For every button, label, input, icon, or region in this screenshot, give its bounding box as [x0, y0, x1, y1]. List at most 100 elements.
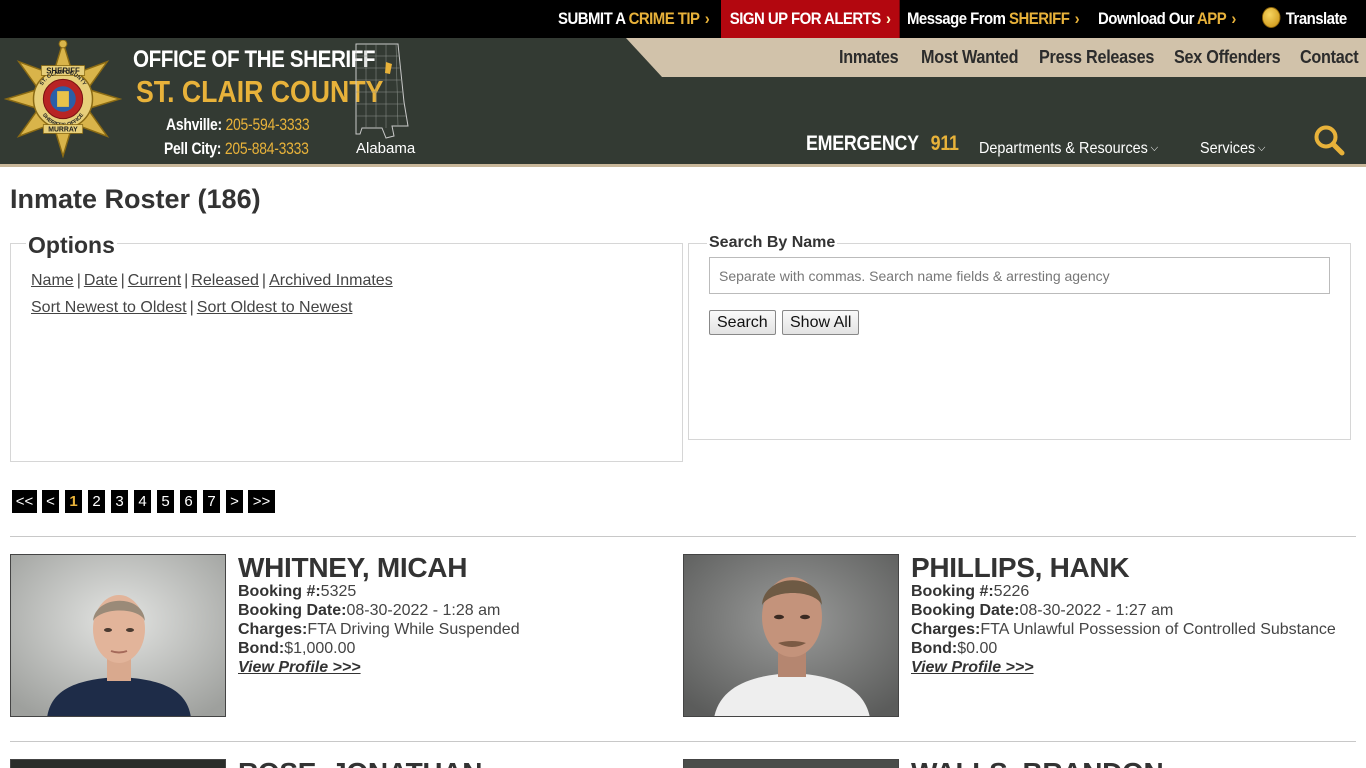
divider — [10, 536, 1356, 537]
inmate-booking-number: Booking #:5325 — [238, 583, 356, 601]
separator: | — [120, 272, 125, 289]
sort-oldest-link[interactable]: Sort Oldest to Newest — [197, 299, 353, 316]
filter-date-link[interactable]: Date — [84, 272, 118, 289]
bond-label: Bond: — [238, 640, 285, 657]
separator: | — [76, 272, 81, 289]
search-name-input[interactable] — [709, 257, 1330, 294]
chevron-down-icon: ⌵ — [1257, 142, 1266, 154]
charges-label: Charges: — [911, 621, 981, 638]
chevron-right-icon: › — [886, 9, 891, 28]
page-6-button[interactable]: 6 — [180, 490, 197, 513]
chevron-down-icon: ⌵ — [1150, 142, 1159, 154]
sort-links: Sort Newest to Oldest | Sort Oldest to New… — [31, 299, 352, 317]
charges-value: FTA Unlawful Possession of Controlled Su… — [980, 621, 1336, 638]
nav-press-releases[interactable]: Press Releases — [1039, 38, 1154, 77]
inmate-charges: Charges:FTA Driving While Suspended — [238, 621, 520, 639]
inmate-name: WALLS, BRANDON — [911, 757, 1164, 768]
inmate-photo[interactable] — [683, 759, 899, 768]
inmate-booking-date: Booking Date:08-30-2022 - 1:27 am — [911, 602, 1173, 620]
booking-number-value: 5325 — [320, 583, 357, 600]
alerts-signup-link[interactable]: SIGN UP FOR ALERTS › — [721, 0, 900, 38]
filter-name-link[interactable]: Name — [31, 272, 74, 289]
page-next-button[interactable]: > — [226, 490, 243, 513]
alabama-map-icon — [355, 43, 409, 139]
translate-label: Translate — [1285, 9, 1347, 28]
search-button[interactable]: Search — [709, 310, 776, 335]
crime-tip-label-a: SUBMIT A — [558, 9, 626, 28]
booking-date-value: 08-30-2022 - 1:28 am — [346, 602, 501, 619]
alerts-label: SIGN UP FOR ALERTS — [729, 9, 881, 28]
header-divider — [0, 164, 1366, 167]
sort-newest-link[interactable]: Sort Newest to Oldest — [31, 299, 187, 316]
download-app-link[interactable]: Download Our APP › — [1098, 0, 1236, 38]
filter-released-link[interactable]: Released — [191, 272, 259, 289]
search-icon[interactable] — [1313, 124, 1345, 156]
translate-link[interactable]: Translate — [1262, 0, 1347, 38]
show-all-button[interactable]: Show All — [782, 310, 860, 335]
booking-date-label: Booking Date: — [911, 602, 1020, 619]
emergency-line: EMERGENCY 911 — [806, 132, 959, 156]
ashville-label: Ashville: — [166, 115, 222, 134]
nav-most-wanted[interactable]: Most Wanted — [921, 38, 1018, 77]
page-4-button[interactable]: 4 — [134, 490, 151, 513]
office-title: OFFICE OF THE SHERIFF — [133, 46, 376, 73]
nav-sex-offenders[interactable]: Sex Offenders — [1174, 38, 1281, 77]
view-profile-link[interactable]: View Profile >>> — [238, 659, 361, 677]
services-dropdown[interactable]: Services ⌵ — [1200, 140, 1265, 158]
bond-label: Bond: — [911, 640, 958, 657]
nav-inmates[interactable]: Inmates — [839, 38, 899, 77]
charges-value: FTA Driving While Suspended — [307, 621, 520, 638]
view-profile-link[interactable]: View Profile >>> — [911, 659, 1034, 677]
nav-contact[interactable]: Contact — [1300, 38, 1359, 77]
booking-date-label: Booking Date: — [238, 602, 347, 619]
chevron-right-icon: › — [704, 9, 710, 28]
page-first-button[interactable]: << — [12, 490, 37, 513]
page-prev-button[interactable]: < — [42, 490, 59, 513]
county-title: ST. CLAIR COUNTY — [136, 74, 384, 109]
page-2-button[interactable]: 2 — [88, 490, 105, 513]
separator: | — [189, 299, 194, 316]
app-label-b: APP — [1196, 9, 1227, 28]
inmate-photo[interactable] — [683, 554, 899, 717]
crime-tip-link[interactable]: SUBMIT A CRIME TIP › — [558, 0, 710, 38]
sheriff-message-link[interactable]: Message From SHERIFF › — [907, 0, 1080, 38]
inmate-photo[interactable] — [10, 759, 226, 768]
filter-links: Name | Date | Current | Released | Archived Inma… — [31, 272, 393, 290]
inmate-bond: Bond:$1,000.00 — [238, 640, 355, 658]
inmate-charges: Charges:FTA Unlawful Possession of Contr… — [911, 621, 1336, 639]
inmate-name: WHITNEY, MICAH — [238, 552, 468, 583]
booking-date-value: 08-30-2022 - 1:27 am — [1019, 602, 1174, 619]
filter-archived-link[interactable]: Archived Inmates — [269, 272, 393, 289]
divider — [10, 741, 1356, 742]
sheriff-badge-logo[interactable]: SHERIFF ST. CLAIR COUNTY SHERIFF'S OFFIC… — [4, 40, 122, 158]
page-title: Inmate Roster (186) — [10, 184, 261, 214]
pell-city-label: Pell City: — [164, 139, 222, 158]
pell-city-number[interactable]: 205-884-3333 — [225, 139, 309, 158]
inmate-photo[interactable] — [10, 554, 226, 717]
separator: | — [261, 272, 267, 289]
globe-icon — [1262, 7, 1281, 29]
page-1-button[interactable]: 1 — [65, 490, 82, 513]
ashville-number[interactable]: 205-594-3333 — [226, 115, 310, 134]
message-label-b: SHERIFF — [1009, 9, 1070, 28]
inmate-bond: Bond:$0.00 — [911, 640, 997, 658]
inmate-name: PHILLIPS, HANK — [911, 552, 1130, 583]
top-utility-bar: SUBMIT A CRIME TIP › SIGN UP FOR ALERTS › … — [0, 0, 1366, 38]
page-3-button[interactable]: 3 — [111, 490, 128, 513]
page-7-button[interactable]: 7 — [203, 490, 220, 513]
emergency-label: EMERGENCY — [806, 132, 919, 155]
filter-current-link[interactable]: Current — [128, 272, 181, 289]
badge-text-bottom: MURRAY — [48, 126, 78, 133]
emergency-number[interactable]: 911 — [931, 132, 959, 155]
services-label: Services — [1200, 140, 1256, 157]
departments-dropdown[interactable]: Departments & Resources ⌵ — [979, 140, 1158, 158]
inmate-booking-number: Booking #:5226 — [911, 583, 1029, 601]
page-last-button[interactable]: >> — [248, 490, 275, 513]
charges-label: Charges: — [238, 621, 308, 638]
page-5-button[interactable]: 5 — [157, 490, 174, 513]
app-label-a: Download Our — [1098, 9, 1194, 28]
search-legend: Search By Name — [707, 234, 838, 252]
inmate-name: ROSE, JONATHAN — [238, 757, 483, 768]
ashville-phone: Ashville: 205-594-3333 — [166, 115, 310, 135]
inmate-booking-date: Booking Date:08-30-2022 - 1:28 am — [238, 602, 500, 620]
